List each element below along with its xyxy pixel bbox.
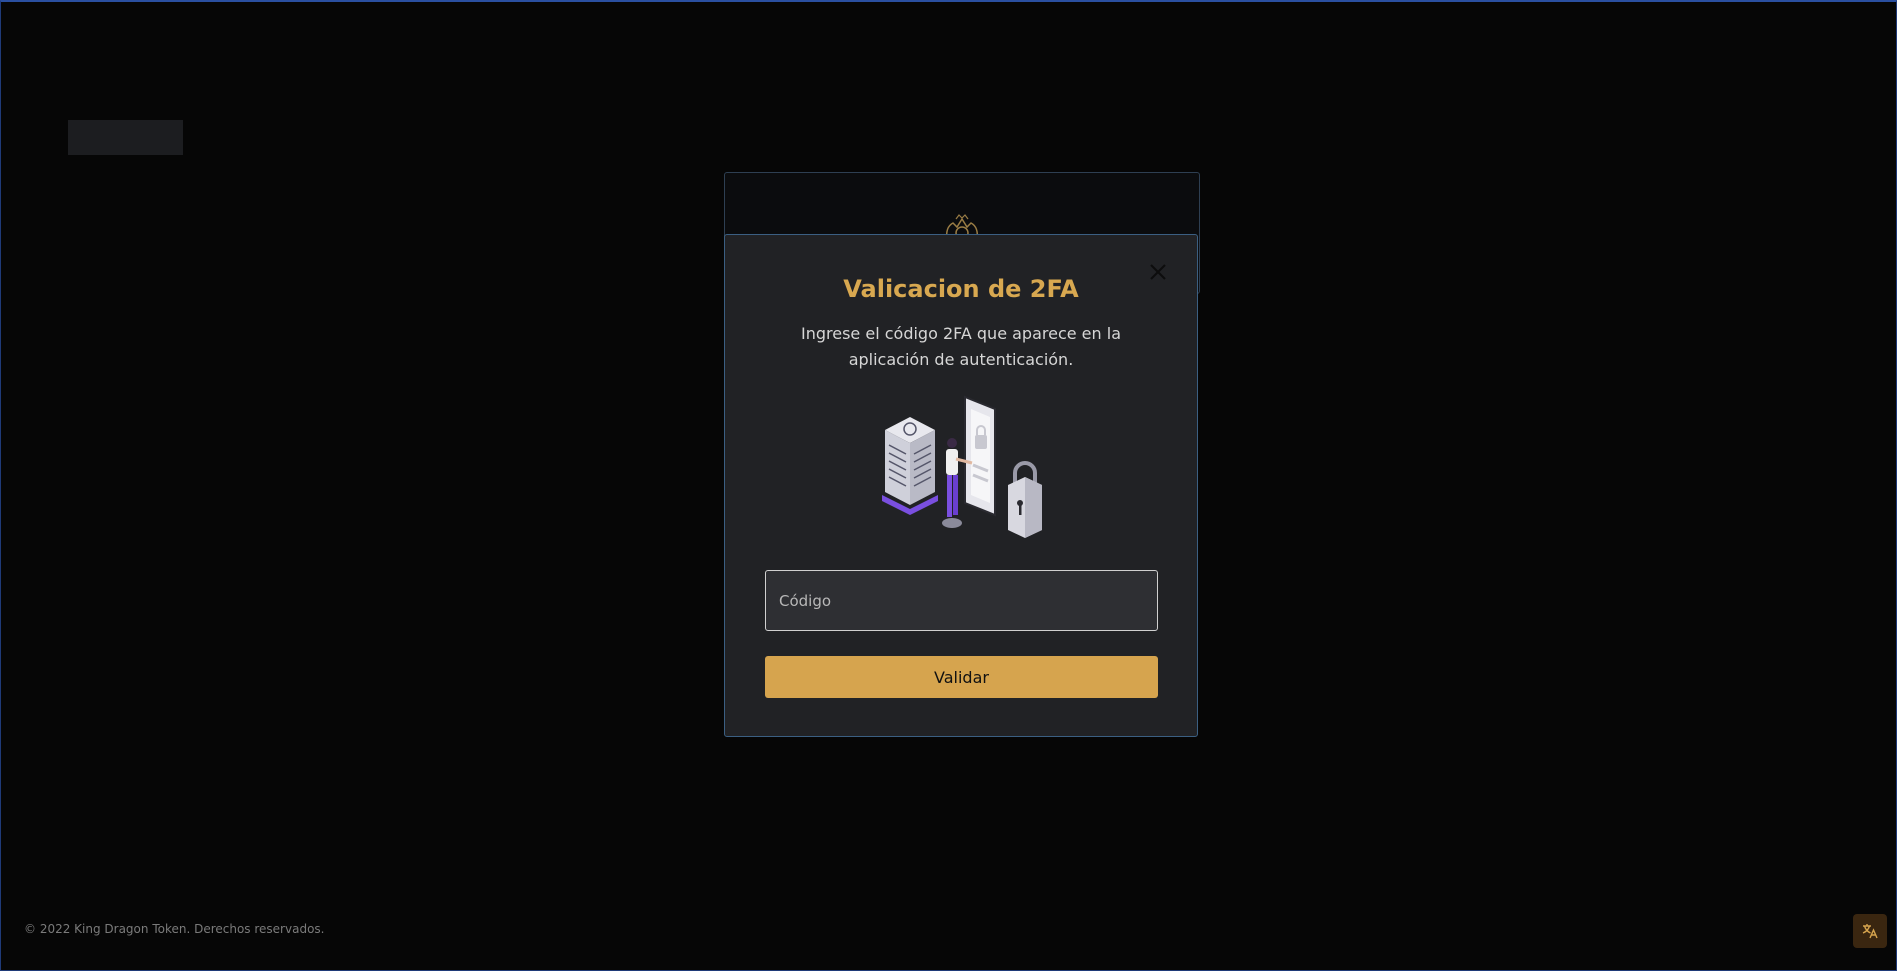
security-illustration [882,395,1042,538]
translate-icon [1862,924,1878,939]
code-input[interactable] [765,570,1158,631]
page-frame: Valicacion de 2FA Ingrese el código 2FA … [0,0,1897,971]
validate-button[interactable]: Validar [765,656,1158,698]
twofa-modal: Valicacion de 2FA Ingrese el código 2FA … [724,234,1198,737]
modal-title: Valicacion de 2FA [843,275,1079,303]
language-button[interactable] [1853,914,1887,948]
logo-placeholder [68,120,183,155]
modal-description: Ingrese el código 2FA que aparece en la … [801,324,1121,369]
footer-copyright: © 2022 King Dragon Token. Derechos reser… [24,922,325,936]
